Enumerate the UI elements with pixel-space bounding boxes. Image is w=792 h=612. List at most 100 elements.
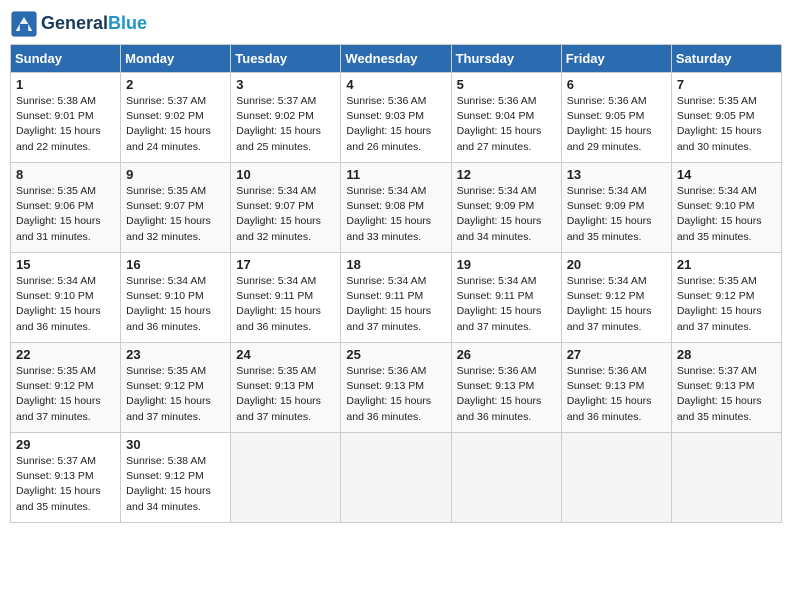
calendar-cell: 23 Sunrise: 5:35 AMSunset: 9:12 PMDayligh… — [121, 343, 231, 433]
logo-icon — [10, 10, 38, 38]
day-number: 13 — [567, 167, 666, 182]
calendar-cell: 2 Sunrise: 5:37 AMSunset: 9:02 PMDaylight… — [121, 73, 231, 163]
day-number: 4 — [346, 77, 445, 92]
day-info: Sunrise: 5:34 AMSunset: 9:10 PMDaylight:… — [16, 274, 115, 335]
day-number: 7 — [677, 77, 776, 92]
calendar-cell: 25 Sunrise: 5:36 AMSunset: 9:13 PMDayligh… — [341, 343, 451, 433]
day-number: 14 — [677, 167, 776, 182]
day-info: Sunrise: 5:34 AMSunset: 9:10 PMDaylight:… — [677, 184, 776, 245]
day-info: Sunrise: 5:34 AMSunset: 9:09 PMDaylight:… — [457, 184, 556, 245]
calendar-cell — [451, 433, 561, 523]
calendar-cell — [671, 433, 781, 523]
day-info: Sunrise: 5:37 AMSunset: 9:13 PMDaylight:… — [16, 454, 115, 515]
calendar-cell: 22 Sunrise: 5:35 AMSunset: 9:12 PMDayligh… — [11, 343, 121, 433]
day-number: 16 — [126, 257, 225, 272]
weekday-header-friday: Friday — [561, 45, 671, 73]
calendar-week-row: 29 Sunrise: 5:37 AMSunset: 9:13 PMDayligh… — [11, 433, 782, 523]
day-number: 20 — [567, 257, 666, 272]
day-number: 9 — [126, 167, 225, 182]
calendar-cell: 5 Sunrise: 5:36 AMSunset: 9:04 PMDaylight… — [451, 73, 561, 163]
day-number: 25 — [346, 347, 445, 362]
calendar-cell: 17 Sunrise: 5:34 AMSunset: 9:11 PMDayligh… — [231, 253, 341, 343]
day-info: Sunrise: 5:34 AMSunset: 9:12 PMDaylight:… — [567, 274, 666, 335]
weekday-header-wednesday: Wednesday — [341, 45, 451, 73]
day-info: Sunrise: 5:34 AMSunset: 9:10 PMDaylight:… — [126, 274, 225, 335]
logo-text: GeneralBlue — [41, 14, 147, 34]
day-info: Sunrise: 5:34 AMSunset: 9:11 PMDaylight:… — [457, 274, 556, 335]
calendar-cell: 18 Sunrise: 5:34 AMSunset: 9:11 PMDayligh… — [341, 253, 451, 343]
day-info: Sunrise: 5:35 AMSunset: 9:12 PMDaylight:… — [677, 274, 776, 335]
day-number: 19 — [457, 257, 556, 272]
calendar-cell: 10 Sunrise: 5:34 AMSunset: 9:07 PMDayligh… — [231, 163, 341, 253]
calendar-cell: 16 Sunrise: 5:34 AMSunset: 9:10 PMDayligh… — [121, 253, 231, 343]
day-info: Sunrise: 5:36 AMSunset: 9:04 PMDaylight:… — [457, 94, 556, 155]
day-number: 3 — [236, 77, 335, 92]
day-info: Sunrise: 5:35 AMSunset: 9:07 PMDaylight:… — [126, 184, 225, 245]
day-number: 29 — [16, 437, 115, 452]
day-number: 5 — [457, 77, 556, 92]
day-info: Sunrise: 5:37 AMSunset: 9:02 PMDaylight:… — [236, 94, 335, 155]
day-number: 30 — [126, 437, 225, 452]
calendar-cell: 27 Sunrise: 5:36 AMSunset: 9:13 PMDayligh… — [561, 343, 671, 433]
day-info: Sunrise: 5:34 AMSunset: 9:11 PMDaylight:… — [236, 274, 335, 335]
calendar-cell: 14 Sunrise: 5:34 AMSunset: 9:10 PMDayligh… — [671, 163, 781, 253]
day-number: 28 — [677, 347, 776, 362]
calendar-cell — [341, 433, 451, 523]
calendar-cell: 28 Sunrise: 5:37 AMSunset: 9:13 PMDayligh… — [671, 343, 781, 433]
day-info: Sunrise: 5:38 AMSunset: 9:01 PMDaylight:… — [16, 94, 115, 155]
calendar-cell: 9 Sunrise: 5:35 AMSunset: 9:07 PMDaylight… — [121, 163, 231, 253]
calendar-cell: 26 Sunrise: 5:36 AMSunset: 9:13 PMDayligh… — [451, 343, 561, 433]
logo: GeneralBlue — [10, 10, 147, 38]
calendar-week-row: 8 Sunrise: 5:35 AMSunset: 9:06 PMDaylight… — [11, 163, 782, 253]
day-number: 17 — [236, 257, 335, 272]
day-info: Sunrise: 5:35 AMSunset: 9:06 PMDaylight:… — [16, 184, 115, 245]
day-info: Sunrise: 5:34 AMSunset: 9:09 PMDaylight:… — [567, 184, 666, 245]
calendar-cell: 30 Sunrise: 5:38 AMSunset: 9:12 PMDayligh… — [121, 433, 231, 523]
day-number: 15 — [16, 257, 115, 272]
day-number: 18 — [346, 257, 445, 272]
day-info: Sunrise: 5:34 AMSunset: 9:07 PMDaylight:… — [236, 184, 335, 245]
calendar-week-row: 15 Sunrise: 5:34 AMSunset: 9:10 PMDayligh… — [11, 253, 782, 343]
calendar-cell: 3 Sunrise: 5:37 AMSunset: 9:02 PMDaylight… — [231, 73, 341, 163]
day-info: Sunrise: 5:35 AMSunset: 9:05 PMDaylight:… — [677, 94, 776, 155]
calendar-cell: 1Sunrise: 5:38 AMSunset: 9:01 PMDaylight… — [11, 73, 121, 163]
day-info: Sunrise: 5:34 AMSunset: 9:11 PMDaylight:… — [346, 274, 445, 335]
day-info: Sunrise: 5:36 AMSunset: 9:05 PMDaylight:… — [567, 94, 666, 155]
day-number: 24 — [236, 347, 335, 362]
calendar-week-row: 1Sunrise: 5:38 AMSunset: 9:01 PMDaylight… — [11, 73, 782, 163]
page-header: GeneralBlue — [10, 10, 782, 38]
day-info: Sunrise: 5:36 AMSunset: 9:13 PMDaylight:… — [346, 364, 445, 425]
day-info: Sunrise: 5:35 AMSunset: 9:12 PMDaylight:… — [126, 364, 225, 425]
day-info: Sunrise: 5:37 AMSunset: 9:13 PMDaylight:… — [677, 364, 776, 425]
day-info: Sunrise: 5:34 AMSunset: 9:08 PMDaylight:… — [346, 184, 445, 245]
day-info: Sunrise: 5:36 AMSunset: 9:13 PMDaylight:… — [567, 364, 666, 425]
day-number: 10 — [236, 167, 335, 182]
day-info: Sunrise: 5:38 AMSunset: 9:12 PMDaylight:… — [126, 454, 225, 515]
calendar-cell — [231, 433, 341, 523]
calendar-cell: 8 Sunrise: 5:35 AMSunset: 9:06 PMDaylight… — [11, 163, 121, 253]
day-info: Sunrise: 5:36 AMSunset: 9:03 PMDaylight:… — [346, 94, 445, 155]
weekday-header-saturday: Saturday — [671, 45, 781, 73]
day-number: 22 — [16, 347, 115, 362]
day-number: 27 — [567, 347, 666, 362]
day-info: Sunrise: 5:36 AMSunset: 9:13 PMDaylight:… — [457, 364, 556, 425]
day-info: Sunrise: 5:35 AMSunset: 9:12 PMDaylight:… — [16, 364, 115, 425]
day-info: Sunrise: 5:37 AMSunset: 9:02 PMDaylight:… — [126, 94, 225, 155]
calendar-cell: 6Sunrise: 5:36 AMSunset: 9:05 PMDaylight… — [561, 73, 671, 163]
weekday-header-row: SundayMondayTuesdayWednesdayThursdayFrid… — [11, 45, 782, 73]
day-number: 2 — [126, 77, 225, 92]
day-number: 21 — [677, 257, 776, 272]
calendar-cell: 7 Sunrise: 5:35 AMSunset: 9:05 PMDaylight… — [671, 73, 781, 163]
calendar-cell: 19 Sunrise: 5:34 AMSunset: 9:11 PMDayligh… — [451, 253, 561, 343]
calendar-cell — [561, 433, 671, 523]
weekday-header-sunday: Sunday — [11, 45, 121, 73]
day-number: 26 — [457, 347, 556, 362]
day-number: 23 — [126, 347, 225, 362]
calendar-cell: 24Sunrise: 5:35 AMSunset: 9:13 PMDayligh… — [231, 343, 341, 433]
weekday-header-tuesday: Tuesday — [231, 45, 341, 73]
calendar-cell: 20 Sunrise: 5:34 AMSunset: 9:12 PMDayligh… — [561, 253, 671, 343]
day-number: 8 — [16, 167, 115, 182]
weekday-header-thursday: Thursday — [451, 45, 561, 73]
day-number: 11 — [346, 167, 445, 182]
calendar-cell: 4 Sunrise: 5:36 AMSunset: 9:03 PMDaylight… — [341, 73, 451, 163]
